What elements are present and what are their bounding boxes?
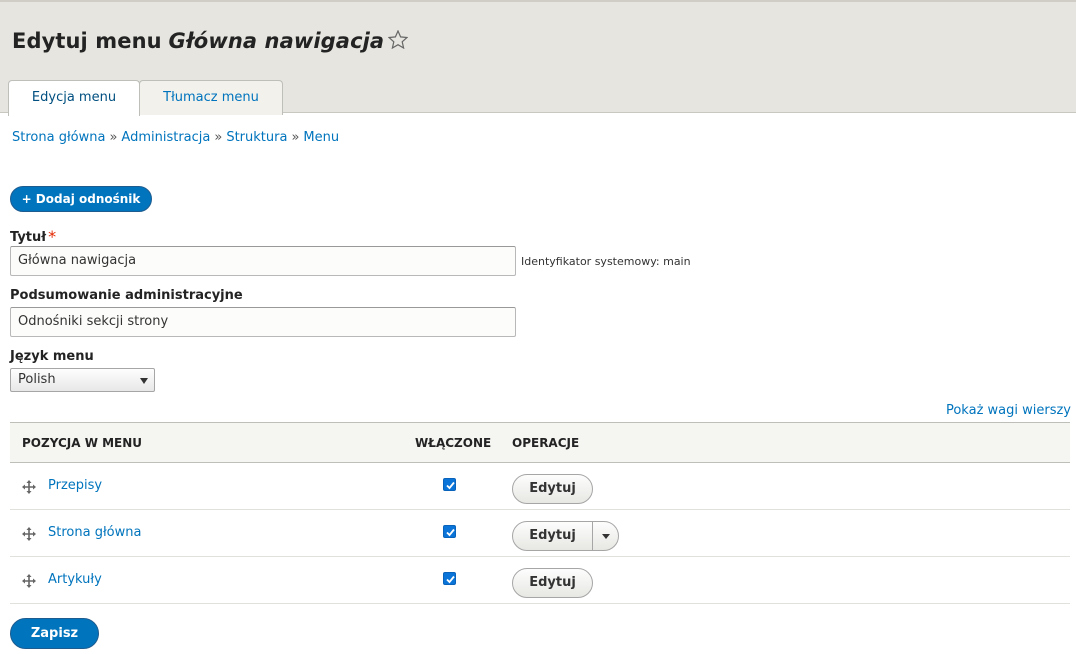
show-row-weights-link[interactable]: Pokaż wagi wierszy xyxy=(946,403,1071,418)
caret-down-icon xyxy=(602,534,610,539)
enabled-checkbox[interactable] xyxy=(443,478,456,491)
edit-button[interactable]: Edytuj xyxy=(512,474,593,504)
column-header-menu-item: POZYCJA W MENU xyxy=(22,436,143,450)
menu-item-link[interactable]: Artykuły xyxy=(48,572,102,587)
enabled-checkbox[interactable] xyxy=(443,525,456,538)
breadcrumb: Strona główna» Administracja» Struktura» Me… xyxy=(12,130,339,145)
column-header-enabled: WŁĄCZONE xyxy=(415,436,492,450)
language-label: Język menu xyxy=(10,349,94,364)
tab-translate-menu[interactable]: Tłumacz menu xyxy=(139,80,283,115)
menu-item-link[interactable]: Przepisy xyxy=(48,478,102,493)
language-select[interactable]: Polish xyxy=(10,368,155,392)
menu-items-table: POZYCJA W MENU WŁĄCZONE OPERACJE Przepis… xyxy=(10,422,1070,604)
table-header: POZYCJA W MENU WŁĄCZONE OPERACJE xyxy=(10,422,1070,463)
machine-name-text: Identyfikator systemowy: main xyxy=(521,255,691,268)
menu-item-link[interactable]: Strona główna xyxy=(48,525,141,540)
breadcrumb-separator: » xyxy=(291,130,300,145)
drag-handle-icon[interactable] xyxy=(22,573,36,592)
edit-button[interactable]: Edytuj xyxy=(513,522,593,550)
breadcrumb-separator: » xyxy=(109,130,118,145)
save-button[interactable]: Zapisz xyxy=(10,618,99,649)
language-select-value: Polish xyxy=(18,372,56,387)
summary-label: Podsumowanie administracyjne xyxy=(10,288,243,303)
breadcrumb-structure[interactable]: Struktura xyxy=(226,130,287,145)
star-icon[interactable] xyxy=(387,29,409,54)
chevron-down-icon xyxy=(140,378,148,384)
table-row: Strona główna Edytuj xyxy=(10,510,1070,557)
breadcrumb-menu[interactable]: Menu xyxy=(303,130,339,145)
breadcrumb-home[interactable]: Strona główna xyxy=(12,130,105,145)
title-label-text: Tytuł xyxy=(10,230,47,245)
table-row: Artykuły Edytuj xyxy=(10,557,1070,604)
drag-handle-icon[interactable] xyxy=(22,479,36,498)
page-title-prefix: Edytuj menu xyxy=(12,29,162,53)
page-title: Edytuj menu Główna nawigacja xyxy=(12,29,409,54)
tab-edit-menu[interactable]: Edycja menu xyxy=(8,80,140,116)
title-input[interactable]: Główna nawigacja xyxy=(10,246,516,276)
page-title-menu-name: Główna nawigacja xyxy=(168,29,385,53)
drag-handle-icon[interactable] xyxy=(22,526,36,545)
column-header-operations: OPERACJE xyxy=(512,436,580,450)
breadcrumb-separator: » xyxy=(214,130,223,145)
enabled-checkbox[interactable] xyxy=(443,572,456,585)
edit-button[interactable]: Edytuj xyxy=(512,568,593,598)
edit-dropbutton: Edytuj xyxy=(512,521,619,551)
summary-input[interactable]: Odnośniki sekcji strony xyxy=(10,307,516,337)
required-marker: * xyxy=(48,227,57,246)
title-label: Tytuł * xyxy=(10,227,56,246)
breadcrumb-administration[interactable]: Administracja xyxy=(121,130,210,145)
page-header: Edytuj menu Główna nawigacja Edycja menu… xyxy=(0,0,1076,116)
dropbutton-toggle[interactable] xyxy=(593,522,618,550)
add-link-button[interactable]: + Dodaj odnośnik xyxy=(10,186,152,212)
table-row: Przepisy Edytuj xyxy=(10,463,1070,510)
